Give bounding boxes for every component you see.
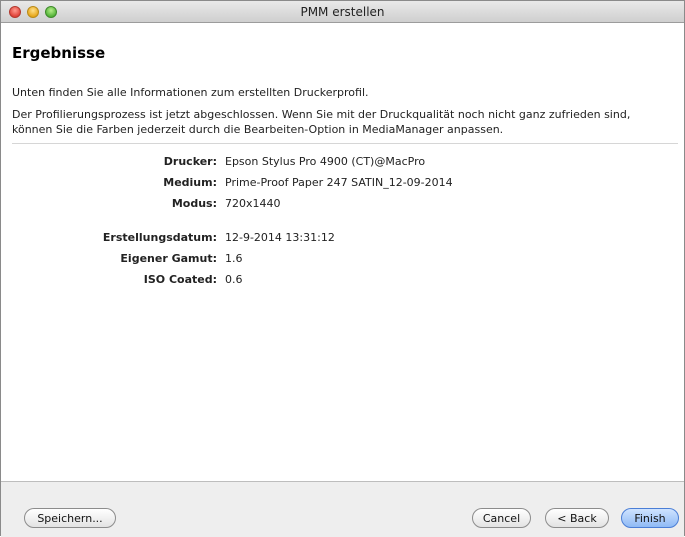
medium-value: Prime-Proof Paper 247 SATIN_12-09-2014 bbox=[225, 176, 453, 189]
mode-value: 720x1440 bbox=[225, 197, 281, 210]
iso-value: 0.6 bbox=[225, 273, 243, 286]
printer-label: Drucker: bbox=[163, 155, 217, 168]
gamut-value: 1.6 bbox=[225, 252, 243, 265]
medium-label: Medium: bbox=[163, 176, 217, 189]
intro-text: Unten finden Sie alle Informationen zum … bbox=[12, 86, 369, 99]
completion-text: Der Profilierungsprozess ist jetzt abges… bbox=[12, 108, 631, 136]
window-title: PMM erstellen bbox=[300, 5, 385, 19]
mode-label: Modus: bbox=[171, 197, 217, 210]
created-value: 12-9-2014 13:31:12 bbox=[225, 231, 335, 244]
finish-button[interactable]: Finish bbox=[621, 508, 679, 528]
pmm-dialog-window: PMM erstellen Ergebnisse Unten finden Si… bbox=[0, 0, 685, 537]
gamut-label: Eigener Gamut: bbox=[120, 252, 217, 265]
created-label: Erstellungsdatum: bbox=[102, 231, 217, 244]
iso-label: ISO Coated: bbox=[143, 273, 217, 286]
divider bbox=[12, 143, 678, 144]
back-button[interactable]: < Back bbox=[545, 508, 609, 528]
save-button[interactable]: Speichern... bbox=[24, 508, 116, 528]
button-bar: Speichern... Cancel < Back Finish bbox=[1, 481, 684, 537]
cancel-button[interactable]: Cancel bbox=[472, 508, 531, 528]
printer-value: Epson Stylus Pro 4900 (CT)@MacPro bbox=[225, 155, 426, 168]
title-bar: PMM erstellen bbox=[1, 1, 684, 23]
content-area: Ergebnisse Unten finden Sie alle Informa… bbox=[1, 23, 684, 481]
page-title: Ergebnisse bbox=[12, 44, 106, 62]
